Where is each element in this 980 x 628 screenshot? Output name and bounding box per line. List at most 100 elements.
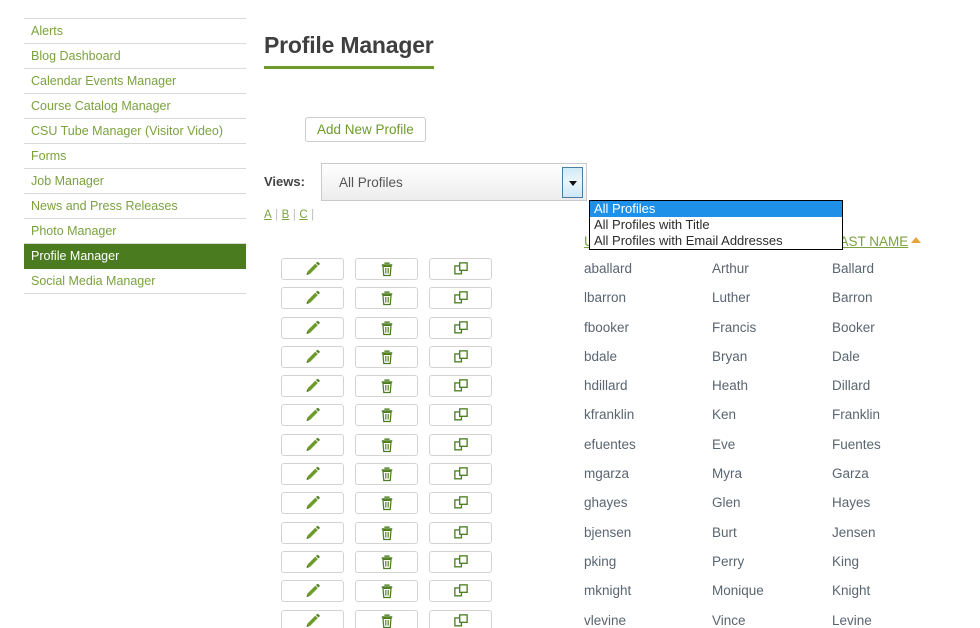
cell-last-name: Franklin <box>832 407 881 423</box>
edit-profile-button[interactable] <box>281 433 344 456</box>
cell-first-name: Monique <box>712 583 764 599</box>
copy-profile-button[interactable] <box>429 345 492 368</box>
views-select[interactable]: All Profiles <box>321 163 587 201</box>
cell-last-name: Garza <box>832 466 869 482</box>
views-option[interactable]: All Profiles with Title <box>590 217 842 233</box>
edit-profile-button[interactable] <box>281 550 344 573</box>
sidebar-item-news-and-press-releases[interactable]: News and Press Releases <box>24 194 246 219</box>
sidebar-item-alerts[interactable]: Alerts <box>24 19 246 44</box>
edit-profile-button[interactable] <box>281 345 344 368</box>
cell-first-name: Vince <box>712 612 746 628</box>
sidebar-item-blog-dashboard[interactable]: Blog Dashboard <box>24 44 246 69</box>
edit-profile-button[interactable] <box>281 492 344 515</box>
alpha-filter-a[interactable]: A <box>264 209 272 221</box>
column-header-last-name-label: LAST NAME <box>832 234 909 249</box>
copy-profile-button[interactable] <box>429 463 492 486</box>
copy-profile-button[interactable] <box>429 580 492 603</box>
chevron-down-icon[interactable] <box>562 167 583 198</box>
cell-last-name: Knight <box>832 583 871 599</box>
table-row: mgarza Myra Garza <box>264 463 980 492</box>
copy-profile-button[interactable] <box>429 550 492 573</box>
sidebar-item-job-manager[interactable]: Job Manager <box>24 169 246 194</box>
cell-first-name: Ken <box>712 407 737 423</box>
cell-user-id: vlevine <box>584 612 627 628</box>
copy-profile-button[interactable] <box>429 258 492 280</box>
delete-profile-button[interactable] <box>355 345 418 368</box>
delete-profile-button[interactable] <box>355 404 418 427</box>
edit-profile-button[interactable] <box>281 258 344 280</box>
add-new-profile-button[interactable]: Add New Profile <box>305 117 426 142</box>
cell-user-id: mgarza <box>584 466 630 482</box>
column-header-last-name[interactable]: LAST NAME <box>832 234 922 249</box>
table-row: kfranklin Ken Franklin <box>264 404 980 433</box>
views-label: Views: <box>264 174 305 189</box>
edit-profile-button[interactable] <box>281 609 344 628</box>
edit-profile-button[interactable] <box>281 316 344 339</box>
cell-first-name: Francis <box>712 319 757 335</box>
sidebar-item-calendar-events-manager[interactable]: Calendar Events Manager <box>24 69 246 94</box>
sidebar-item-social-media-manager[interactable]: Social Media Manager <box>24 269 246 294</box>
views-option[interactable]: All Profiles <box>590 201 842 217</box>
cell-last-name: Dillard <box>832 378 871 394</box>
profile-table-body: aballard Arthur Ballard lbarron Luther Barron… <box>264 258 980 628</box>
delete-profile-button[interactable] <box>355 375 418 398</box>
sidebar-item-profile-manager[interactable]: Profile Manager <box>24 244 246 269</box>
alpha-separator: | <box>275 209 279 221</box>
copy-profile-button[interactable] <box>429 433 492 456</box>
delete-profile-button[interactable] <box>355 492 418 515</box>
cell-user-id: lbarron <box>584 290 627 306</box>
sidebar-item-csu-tube-manager-visitor-video[interactable]: CSU Tube Manager (Visitor Video) <box>24 119 246 144</box>
alpha-separator: | <box>311 209 315 221</box>
copy-profile-button[interactable] <box>429 287 492 310</box>
delete-profile-button[interactable] <box>355 580 418 603</box>
copy-profile-button[interactable] <box>429 316 492 339</box>
delete-profile-button[interactable] <box>355 609 418 628</box>
edit-profile-button[interactable] <box>281 404 344 427</box>
cell-last-name: Booker <box>832 319 875 335</box>
cell-user-id: kfranklin <box>584 407 635 423</box>
views-select-value: All Profiles <box>339 175 403 190</box>
sidebar-item-photo-manager[interactable]: Photo Manager <box>24 219 246 244</box>
cell-last-name: King <box>832 553 860 569</box>
table-row: efuentes Eve Fuentes <box>264 433 980 463</box>
views-option[interactable]: All Profiles with Email Addresses <box>590 233 842 249</box>
cell-user-id: aballard <box>584 261 633 276</box>
delete-profile-button[interactable] <box>355 463 418 486</box>
table-row: aballard Arthur Ballard <box>264 258 980 287</box>
sidebar-item-course-catalog-manager[interactable]: Course Catalog Manager <box>24 94 246 119</box>
table-row: bjensen Burt Jensen <box>264 521 980 551</box>
cell-first-name: Eve <box>712 436 736 452</box>
copy-profile-button[interactable] <box>429 492 492 515</box>
cell-user-id: fbooker <box>584 319 630 335</box>
edit-profile-button[interactable] <box>281 287 344 310</box>
copy-profile-button[interactable] <box>429 375 492 398</box>
table-row: mknight Monique Knight <box>264 580 980 609</box>
cell-user-id: bjensen <box>584 524 632 540</box>
edit-profile-button[interactable] <box>281 580 344 603</box>
cell-first-name: Arthur <box>712 261 749 276</box>
copy-profile-button[interactable] <box>429 404 492 427</box>
table-row: bdale Bryan Dale <box>264 345 980 375</box>
delete-profile-button[interactable] <box>355 258 418 280</box>
copy-profile-button[interactable] <box>429 609 492 628</box>
sidebar-item-forms[interactable]: Forms <box>24 144 246 169</box>
alpha-filter-c[interactable]: C <box>299 209 307 221</box>
table-row: ghayes Glen Hayes <box>264 492 980 521</box>
delete-profile-button[interactable] <box>355 316 418 339</box>
edit-profile-button[interactable] <box>281 463 344 486</box>
cell-last-name: Fuentes <box>832 436 881 452</box>
cell-last-name: Hayes <box>832 495 871 511</box>
cell-last-name: Barron <box>832 290 873 306</box>
main-content: Profile Manager Add New Profile Views: A… <box>264 0 980 628</box>
delete-profile-button[interactable] <box>355 433 418 456</box>
edit-profile-button[interactable] <box>281 521 344 544</box>
delete-profile-button[interactable] <box>355 287 418 310</box>
views-option-list[interactable]: All Profiles All Profiles with Title All P… <box>589 200 843 250</box>
table-row: fbooker Francis Booker <box>264 316 980 346</box>
edit-profile-button[interactable] <box>281 375 344 398</box>
copy-profile-button[interactable] <box>429 521 492 544</box>
cell-user-id: bdale <box>584 348 618 364</box>
delete-profile-button[interactable] <box>355 521 418 544</box>
cell-first-name: Myra <box>712 466 742 482</box>
delete-profile-button[interactable] <box>355 550 418 573</box>
